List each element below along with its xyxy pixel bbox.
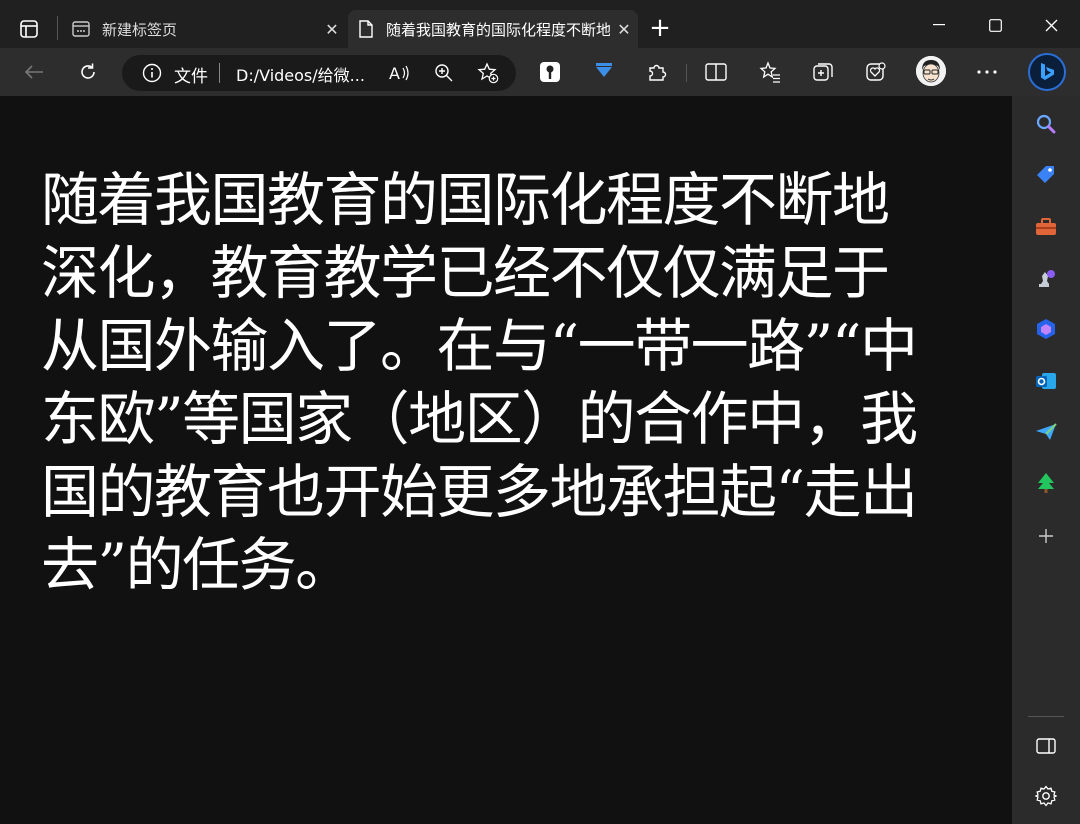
sidebar-add[interactable] — [1034, 524, 1058, 548]
zoom-icon[interactable] — [432, 61, 456, 85]
close-icon — [1045, 19, 1057, 31]
games-icon — [1039, 270, 1055, 287]
refresh-icon — [81, 63, 95, 79]
refresh-button[interactable] — [74, 58, 102, 86]
toolbox-icon — [1036, 218, 1056, 235]
svg-text:A: A — [389, 64, 400, 83]
password-extension-button[interactable] — [536, 58, 564, 86]
url-text[interactable]: D:/Videos/给微... — [236, 62, 365, 86]
sidebar-drop[interactable] — [1034, 420, 1058, 444]
download-arrow-icon — [596, 63, 612, 77]
maximize-button[interactable] — [972, 10, 1018, 40]
avatar-face-icon — [916, 56, 946, 86]
address-bar[interactable]: 文件 D:/Videos/给微... A — [122, 55, 516, 91]
new-tab-button[interactable]: + — [646, 14, 674, 42]
heart-shield-icon — [866, 62, 886, 81]
search-icon — [1036, 114, 1056, 134]
browser-essentials-button[interactable] — [862, 58, 890, 86]
more-menu-button[interactable] — [973, 58, 1001, 86]
close-window-button[interactable] — [1028, 10, 1074, 40]
new-tab-page-icon — [72, 20, 90, 38]
collections-icon — [813, 63, 833, 81]
edge-sidebar — [1012, 96, 1080, 824]
tab-title: 新建标签页 — [102, 20, 178, 39]
main-paragraph: 随着我国教育的国际化程度不断地深化，教育教学已经不仅仅满足于从国外输入了。在与“… — [41, 166, 918, 599]
tab-new-tab[interactable]: 新建标签页 ✕ — [62, 10, 346, 48]
shopping-tag-icon — [1037, 166, 1054, 183]
page-content: 随着我国教育的国际化程度不断地深化，教育教学已经不仅仅满足于从国外输入了。在与“… — [0, 96, 1012, 824]
scheme-label: 文件 — [174, 67, 208, 87]
copilot-button[interactable] — [1028, 53, 1066, 91]
tab-close-button[interactable]: ✕ — [610, 20, 638, 39]
sidebar-divider — [1028, 716, 1064, 717]
sidebar-search[interactable] — [1034, 112, 1058, 136]
key-icon — [540, 62, 560, 82]
more-dots-icon — [977, 70, 997, 74]
send-icon — [1036, 423, 1057, 440]
maximize-icon — [988, 18, 1002, 32]
read-aloud-icon[interactable]: A — [388, 61, 412, 85]
sidebar-settings[interactable] — [1034, 784, 1058, 808]
outlook-icon — [1036, 373, 1056, 389]
address-divider — [219, 63, 220, 83]
tab-close-button[interactable]: ✕ — [318, 20, 346, 39]
download-extension-button[interactable] — [590, 58, 618, 86]
sidebar-hide[interactable] — [1034, 734, 1058, 758]
split-screen-icon — [705, 63, 727, 81]
tab-active-document[interactable]: 随着我国教育的国际化程度不断地深化 ✕ — [348, 10, 638, 48]
sidebar-tree[interactable] — [1034, 471, 1058, 495]
info-icon[interactable] — [142, 63, 162, 83]
settings-icon — [1035, 785, 1057, 807]
collections-button[interactable] — [809, 58, 837, 86]
sidebar-games[interactable] — [1034, 266, 1058, 290]
title-bar: 新建标签页 ✕ 随着我国教育的国际化程度不断地深化 ✕ + — [0, 0, 1080, 48]
sidebar-outlook[interactable] — [1034, 369, 1058, 393]
sidebar-toggle-icon — [1036, 738, 1056, 754]
sidebar-shopping[interactable] — [1034, 163, 1058, 187]
tree-icon — [1038, 473, 1054, 493]
sidebar-copilot[interactable] — [1034, 317, 1058, 341]
tab-title: 随着我国教育的国际化程度不断地深化 — [386, 20, 610, 39]
copilot-icon — [1037, 319, 1055, 339]
sidebar-tools[interactable] — [1034, 215, 1058, 239]
profile-avatar[interactable] — [916, 56, 946, 86]
plus-icon: + — [649, 13, 671, 43]
minimize-icon — [933, 24, 945, 26]
tab-separator — [57, 16, 58, 40]
extensions-button[interactable] — [643, 58, 671, 86]
bing-icon — [1041, 63, 1054, 80]
favorites-button[interactable] — [756, 58, 784, 86]
split-screen-button[interactable] — [702, 58, 730, 86]
minimize-button[interactable] — [916, 10, 962, 40]
window-menu-icon[interactable] — [20, 20, 38, 38]
add-favorite-icon[interactable] — [476, 61, 500, 85]
back-arrow-icon — [24, 65, 43, 79]
puzzle-icon — [649, 64, 667, 81]
add-icon — [1039, 529, 1053, 543]
document-icon — [358, 20, 374, 38]
back-button[interactable] — [20, 58, 48, 86]
toolbar-divider — [686, 64, 687, 82]
favorites-icon — [759, 61, 780, 83]
